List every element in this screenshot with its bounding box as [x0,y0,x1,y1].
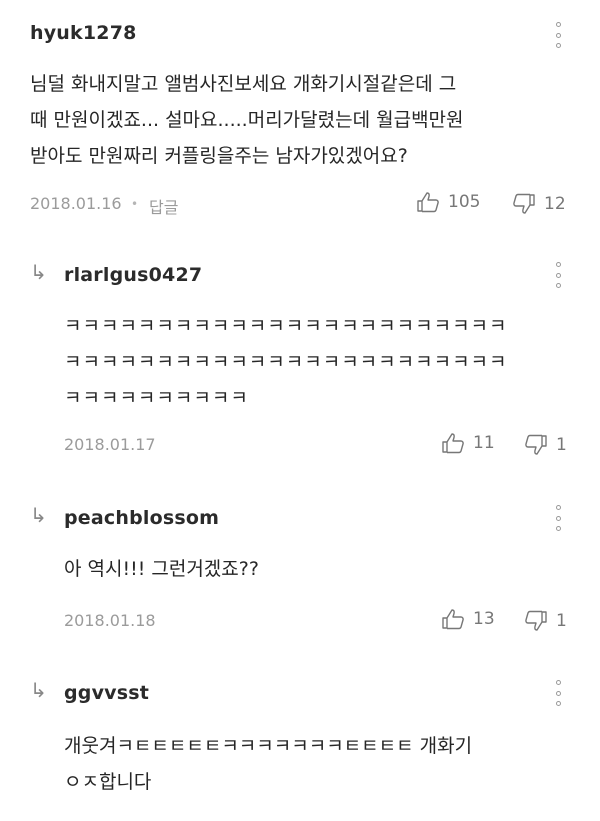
more-vertical-icon[interactable] [553,505,563,531]
comment-username[interactable]: peachblossom [64,507,219,529]
separator-dot: • [131,197,139,211]
comment-text: 개웃겨ㅋㅌㅌㅌㅌㅌㅋㅋㅋㅋㅋㅋㅋㅌㅌㅌㅌ 개화기 ㅇㅈ합니다 [64,735,473,793]
like-button[interactable]: 13 [441,608,495,630]
thumbs-down-icon [524,434,548,456]
thumbs-down-icon [524,610,548,632]
dislike-count: 1 [556,435,567,455]
comment-username[interactable]: hyuk1278 [30,22,137,44]
comment-date: 2018.01.16 [30,194,122,213]
comment-username[interactable]: ggvvsst [64,682,149,704]
reply-comment-3: ↳ ggvvsst 개웃겨ㅋㅌㅌㅌㅌㅌㅋㅋㅋㅋㅋㅋㅋㅌㅌㅌㅌ 개화기 ㅇㅈ합니다 [0,660,600,821]
thumbs-up-icon [441,432,465,454]
more-vertical-icon[interactable] [553,22,563,48]
thumbs-up-icon [441,608,465,630]
comment-1: hyuk1278 님덜 화내지말고 앨범사진보세요 개화기시절같은데 그 때 만… [0,0,600,240]
comment-username[interactable]: rlarlgus0427 [64,264,202,286]
dislike-button[interactable]: 1 [524,610,567,632]
more-vertical-icon[interactable] [553,262,563,288]
dislike-button[interactable]: 12 [512,193,566,215]
comment-date: 2018.01.17 [64,435,156,454]
reply-arrow-icon: ↳ [30,678,47,702]
reply-comment-1: ↳ rlarlgus0427 ㅋㅋㅋㅋㅋㅋㅋㅋㅋㅋㅋㅋㅋㅋㅋㅋㅋㅋㅋㅋㅋㅋㅋㅋ … [0,240,600,485]
like-count: 105 [448,192,481,212]
reply-button[interactable]: 답글 [149,194,178,218]
like-button[interactable]: 11 [441,432,495,454]
more-vertical-icon[interactable] [553,680,563,706]
dislike-count: 1 [556,611,567,631]
like-count: 11 [473,433,495,453]
reply-arrow-icon: ↳ [30,503,47,527]
like-count: 13 [473,609,495,629]
comment-text: ㅋㅋㅋㅋㅋㅋㅋㅋㅋㅋㅋㅋㅋㅋㅋㅋㅋㅋㅋㅋㅋㅋㅋㅋ ㅋㅋㅋㅋㅋㅋㅋㅋㅋㅋㅋㅋㅋㅋㅋ… [64,315,508,409]
thumbs-down-icon [512,193,536,215]
comment-text: 님덜 화내지말고 앨범사진보세요 개화기시절같은데 그 때 만원이겠죠... 설… [30,73,464,167]
comment-text: 아 역시!!! 그런거겠죠?? [64,558,259,580]
dislike-button[interactable]: 1 [524,434,567,456]
dislike-count: 12 [544,194,566,214]
like-button[interactable]: 105 [416,191,480,213]
reply-comment-2: ↳ peachblossom 아 역시!!! 그런거겠죠?? 2018.01.1… [0,485,600,660]
comment-date: 2018.01.18 [64,611,156,630]
reply-arrow-icon: ↳ [30,260,47,284]
thumbs-up-icon [416,191,440,213]
